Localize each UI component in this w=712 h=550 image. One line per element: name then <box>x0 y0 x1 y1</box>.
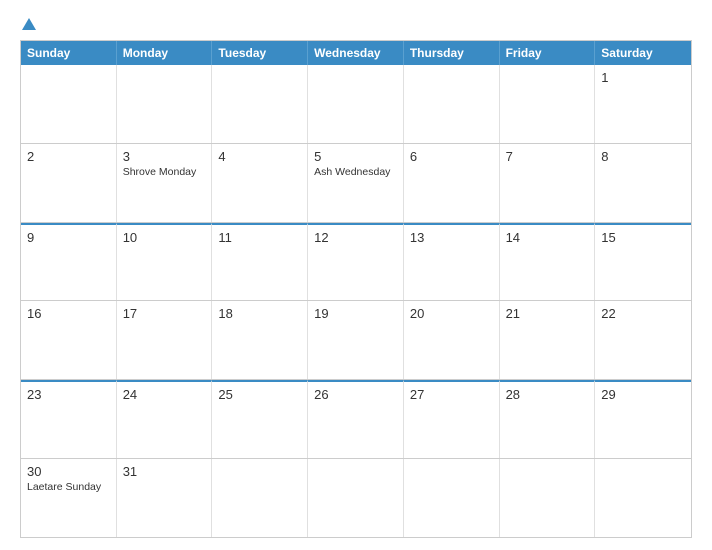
calendar-cell: 6 <box>404 144 500 222</box>
day-number: 4 <box>218 149 301 164</box>
day-number: 5 <box>314 149 397 164</box>
day-number: 15 <box>601 230 685 245</box>
calendar-cell: 13 <box>404 223 500 301</box>
day-number: 10 <box>123 230 206 245</box>
calendar-cell: 2 <box>21 144 117 222</box>
calendar-cell <box>308 459 404 537</box>
calendar-cell: 25 <box>212 380 308 458</box>
calendar-cell <box>212 459 308 537</box>
calendar-cell <box>595 459 691 537</box>
logo <box>20 18 36 30</box>
calendar-cell: 1 <box>595 65 691 143</box>
calendar-week-3: 9 10 11 12 13 14 15 <box>21 222 691 301</box>
calendar-week-6: 30 Laetare Sunday 31 <box>21 458 691 537</box>
day-number: 23 <box>27 387 110 402</box>
calendar-cell <box>117 65 213 143</box>
calendar-cell: 12 <box>308 223 404 301</box>
header-day-sunday: Sunday <box>21 41 117 65</box>
calendar-cell: 15 <box>595 223 691 301</box>
day-number: 21 <box>506 306 589 321</box>
calendar-week-1: 1 <box>21 65 691 143</box>
calendar-cell: 18 <box>212 301 308 379</box>
header-day-monday: Monday <box>117 41 213 65</box>
calendar-body: 123Shrove Monday45Ash Wednesday678910111… <box>21 65 691 537</box>
day-number: 20 <box>410 306 493 321</box>
day-number: 2 <box>27 149 110 164</box>
day-number: 18 <box>218 306 301 321</box>
event-label: Shrove Monday <box>123 166 206 180</box>
calendar-cell <box>21 65 117 143</box>
calendar-week-2: 23 Shrove Monday 45 Ash Wednesday 678 <box>21 143 691 222</box>
calendar-cell <box>404 65 500 143</box>
calendar-cell: 7 <box>500 144 596 222</box>
day-number: 3 <box>123 149 206 164</box>
day-number: 19 <box>314 306 397 321</box>
calendar-cell: 30 Laetare Sunday <box>21 459 117 537</box>
calendar-cell: 10 <box>117 223 213 301</box>
calendar-cell: 22 <box>595 301 691 379</box>
day-number: 28 <box>506 387 589 402</box>
day-number: 22 <box>601 306 685 321</box>
calendar-cell: 31 <box>117 459 213 537</box>
calendar: SundayMondayTuesdayWednesdayThursdayFrid… <box>20 40 692 538</box>
header-day-wednesday: Wednesday <box>308 41 404 65</box>
calendar-cell <box>404 459 500 537</box>
header-day-tuesday: Tuesday <box>212 41 308 65</box>
calendar-cell: 21 <box>500 301 596 379</box>
calendar-week-4: 16 17 18 19 20 21 22 <box>21 300 691 379</box>
header-day-thursday: Thursday <box>404 41 500 65</box>
day-number: 13 <box>410 230 493 245</box>
calendar-cell: 17 <box>117 301 213 379</box>
calendar-cell: 19 <box>308 301 404 379</box>
day-number: 11 <box>218 230 301 245</box>
day-number: 14 <box>506 230 589 245</box>
calendar-header: SundayMondayTuesdayWednesdayThursdayFrid… <box>21 41 691 65</box>
calendar-cell: 28 <box>500 380 596 458</box>
day-number: 25 <box>218 387 301 402</box>
day-number: 27 <box>410 387 493 402</box>
calendar-cell <box>212 65 308 143</box>
calendar-week-5: 23 24 25 26 27 28 29 <box>21 379 691 458</box>
calendar-cell: 8 <box>595 144 691 222</box>
calendar-cell: 26 <box>308 380 404 458</box>
calendar-cell: 29 <box>595 380 691 458</box>
header-day-friday: Friday <box>500 41 596 65</box>
day-number: 24 <box>123 387 206 402</box>
calendar-cell: 16 <box>21 301 117 379</box>
logo-triangle-icon <box>22 18 36 30</box>
calendar-cell: 3 Shrove Monday <box>117 144 213 222</box>
day-number: 26 <box>314 387 397 402</box>
calendar-cell <box>308 65 404 143</box>
calendar-cell: 24 <box>117 380 213 458</box>
day-number: 30 <box>27 464 110 479</box>
calendar-cell: 5 Ash Wednesday <box>308 144 404 222</box>
calendar-cell <box>500 65 596 143</box>
day-number: 7 <box>506 149 589 164</box>
event-label: Laetare Sunday <box>27 481 110 495</box>
day-number: 6 <box>410 149 493 164</box>
calendar-page: SundayMondayTuesdayWednesdayThursdayFrid… <box>0 0 712 550</box>
day-number: 1 <box>601 70 685 85</box>
calendar-cell: 27 <box>404 380 500 458</box>
day-number: 8 <box>601 149 685 164</box>
header-day-saturday: Saturday <box>595 41 691 65</box>
day-number: 31 <box>123 464 206 479</box>
header <box>20 18 692 30</box>
calendar-cell: 14 <box>500 223 596 301</box>
calendar-cell: 4 <box>212 144 308 222</box>
calendar-cell <box>500 459 596 537</box>
day-number: 9 <box>27 230 110 245</box>
day-number: 12 <box>314 230 397 245</box>
calendar-cell: 23 <box>21 380 117 458</box>
event-label: Ash Wednesday <box>314 166 397 180</box>
calendar-cell: 11 <box>212 223 308 301</box>
day-number: 16 <box>27 306 110 321</box>
calendar-cell: 9 <box>21 223 117 301</box>
day-number: 29 <box>601 387 685 402</box>
day-number: 17 <box>123 306 206 321</box>
calendar-cell: 20 <box>404 301 500 379</box>
